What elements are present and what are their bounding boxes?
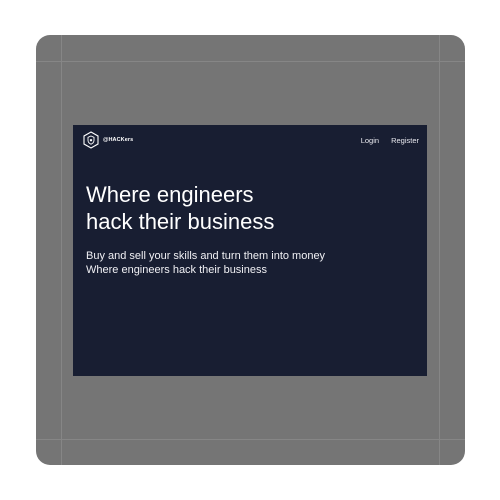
shield-hexagon-icon	[83, 131, 99, 149]
hero-subtitle-line-2: Where engineers hack their business	[86, 264, 267, 276]
hero-subtitle-line-1: Buy and sell your skills and turn them i…	[86, 250, 326, 262]
hero-title-line-2: hack their business	[86, 209, 275, 234]
hero-title-line-1: Where engineers	[86, 182, 254, 207]
hero-subtitle: Buy and sell your skills and turn them i…	[86, 249, 416, 277]
top-nav: @HACKers Login Register	[83, 131, 419, 149]
login-link[interactable]: Login	[361, 136, 379, 145]
guide-line-right	[439, 35, 440, 465]
landing-page: @HACKers Login Register Where engineers …	[73, 125, 427, 376]
guide-line-left	[61, 35, 62, 465]
nav-links: Login Register	[361, 136, 419, 145]
guide-line-bottom	[36, 439, 465, 440]
register-link[interactable]: Register	[391, 136, 419, 145]
brand-name: @HACKers	[103, 137, 134, 143]
guide-line-top	[36, 61, 465, 62]
hero-title: Where engineers hack their business	[86, 181, 416, 235]
brand-logo[interactable]: @HACKers	[83, 131, 133, 149]
